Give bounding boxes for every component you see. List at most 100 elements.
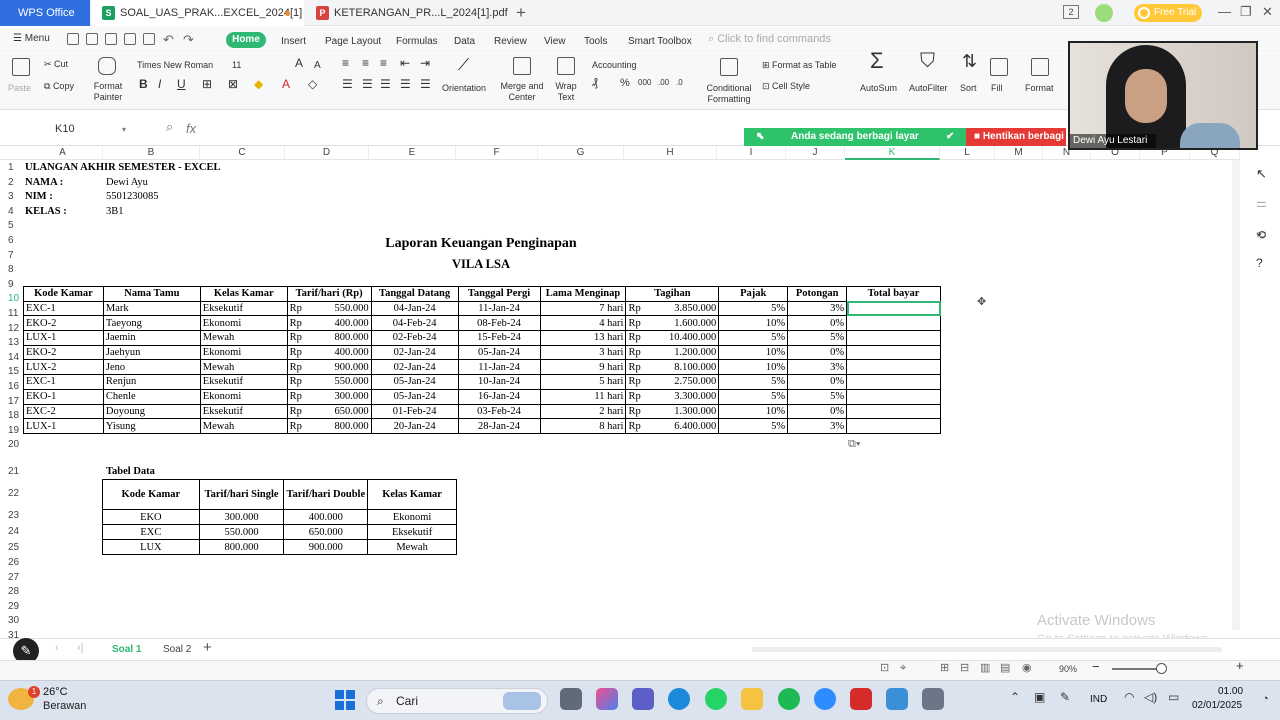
history-icon[interactable]: ⟲ [1256, 229, 1266, 241]
row-header[interactable]: 13 [0, 336, 22, 350]
header-kelas-kamar[interactable]: Kelas Kamar [199, 286, 288, 302]
row-header[interactable]: 20 [0, 438, 22, 452]
table-cell[interactable]: 04-Jan-24 [370, 300, 459, 317]
increase-decimal-icon[interactable]: .00 [658, 77, 669, 88]
table-cell[interactable] [846, 374, 941, 390]
table-cell[interactable] [846, 330, 941, 346]
weather-description[interactable]: Berawan [43, 700, 86, 712]
orientation-button[interactable]: Orientation [442, 83, 486, 94]
distributed-icon[interactable]: ☰ [420, 78, 431, 90]
table-cell[interactable]: Rp 3.850.000 [625, 300, 720, 317]
table-cell[interactable]: Ekonomi [199, 388, 288, 405]
table-cell[interactable]: Ekonomi [199, 344, 288, 361]
table-cell[interactable] [846, 403, 941, 420]
table-cell[interactable]: Rp 1.200.000 [625, 344, 720, 361]
tab-tools[interactable]: Tools [584, 36, 607, 47]
data-table-cell[interactable]: Ekonomi [367, 509, 457, 525]
column-header[interactable]: B [103, 146, 200, 160]
row-header[interactable]: 19 [0, 424, 22, 438]
header-tanggal-pergi[interactable]: Tanggal Pergi [457, 286, 541, 302]
table-cell[interactable]: Jaemin [102, 330, 201, 346]
data-header-tarif-double[interactable]: Tarif/hari Double [283, 479, 369, 510]
horizontal-scrollbar[interactable] [752, 647, 1222, 652]
tab-data[interactable]: Data [454, 36, 475, 47]
row-header[interactable]: 27 [0, 571, 22, 585]
thousands-icon[interactable]: 000 [638, 77, 651, 88]
data-table-cell[interactable]: 900.000 [283, 539, 369, 555]
header-total-bayar[interactable]: Total bayar [846, 286, 941, 302]
wrap-text-icon[interactable] [557, 57, 575, 75]
header-pajak[interactable]: Pajak [718, 286, 789, 302]
table-cell[interactable]: 16-Jan-24 [457, 388, 541, 405]
table-cell[interactable]: 5% [718, 330, 789, 346]
column-header[interactable]: D [285, 146, 369, 160]
data-table-cell[interactable]: EKO [102, 509, 200, 525]
table-cell[interactable]: Rp 2.750.000 [625, 374, 720, 390]
zoom-out-icon[interactable]: − [1092, 660, 1100, 673]
table-cell[interactable]: 0% [787, 344, 848, 361]
data-header-kelas-kamar[interactable]: Kelas Kamar [367, 479, 457, 510]
free-trial-button[interactable]: Free Trial [1134, 4, 1202, 22]
table-cell[interactable]: 05-Jan-24 [370, 388, 459, 405]
app-icon[interactable] [922, 688, 944, 710]
wps-office-tab[interactable]: WPS Office [0, 0, 90, 26]
row-header[interactable]: 4 [0, 205, 22, 219]
undo-icon[interactable]: ↶ [163, 32, 174, 48]
autofilter-icon[interactable]: ⛉ [920, 51, 935, 71]
row-header[interactable]: 25 [0, 541, 22, 555]
wifi-icon[interactable]: ◠ [1124, 691, 1134, 703]
table-cell[interactable]: 5% [787, 388, 848, 405]
header-potongan[interactable]: Potongan [787, 286, 848, 302]
column-header[interactable]: H [624, 146, 717, 160]
align-right-icon[interactable]: ☰ [380, 78, 391, 90]
fill-color-icon[interactable]: ◆ [254, 78, 263, 90]
minimize-icon[interactable]: — [1218, 4, 1231, 19]
user-avatar[interactable] [1095, 4, 1113, 22]
table-cell[interactable]: 5% [718, 418, 789, 434]
table-cell[interactable]: 02-Feb-24 [370, 330, 459, 346]
snipping-tool-icon[interactable] [886, 688, 908, 710]
table-cell[interactable]: Eksekutif [199, 403, 288, 420]
crosshair-icon[interactable]: ⌖ [900, 663, 906, 674]
column-header[interactable]: L [940, 146, 995, 160]
column-header[interactable]: E [369, 146, 456, 160]
table-cell[interactable]: Rp 10.400.000 [625, 330, 720, 346]
decrease-decimal-icon[interactable]: .0 [676, 77, 683, 88]
tab-smart-toolbox[interactable]: Smart Toolbox [628, 36, 692, 47]
last-sheet-icon[interactable]: ›| [77, 643, 84, 654]
table-cell[interactable]: 3% [787, 300, 848, 317]
column-header[interactable]: F [456, 146, 538, 160]
row-header[interactable]: 15 [0, 365, 22, 379]
open-icon[interactable] [67, 33, 79, 45]
table-cell[interactable]: 9 hari [539, 359, 627, 376]
bold-icon[interactable]: B [139, 78, 148, 90]
eye-protection-icon[interactable]: ◉ [1022, 663, 1032, 674]
row-header[interactable]: 7 [0, 249, 22, 263]
format-painter-icon[interactable] [98, 57, 116, 75]
row-header[interactable]: 1 [0, 161, 22, 175]
zoom-app-icon[interactable] [814, 688, 836, 710]
row-header[interactable]: 14 [0, 351, 22, 365]
border-style-icon[interactable]: ⊠ [228, 78, 238, 90]
table-cell[interactable]: EXC-1 [23, 374, 104, 390]
table-cell[interactable] [846, 388, 941, 405]
orientation-icon[interactable]: ⟋ [458, 57, 476, 75]
table-cell[interactable]: Eksekutif [199, 374, 288, 390]
merge-center-button[interactable]: Merge and Center [498, 81, 546, 103]
print-preview-icon[interactable] [143, 33, 155, 45]
table-cell[interactable] [846, 315, 941, 332]
column-header[interactable]: I [717, 146, 786, 160]
volume-icon[interactable]: ◁) [1144, 691, 1157, 703]
format-as-table-button[interactable]: ⊞ Format as Table [762, 60, 836, 71]
table-cell[interactable]: 4 hari [539, 315, 627, 332]
format-button[interactable]: Format [1025, 83, 1054, 94]
table-cell[interactable]: LUX-2 [23, 359, 104, 376]
row-header[interactable]: 30 [0, 614, 22, 628]
percent-icon[interactable]: % [620, 78, 630, 89]
font-name-select[interactable]: Times New Roman [137, 60, 213, 70]
autosum-button[interactable]: AutoSum [860, 83, 897, 94]
tab-page-layout[interactable]: Page Layout [325, 36, 381, 47]
clock-date[interactable]: 02/01/2025 [1192, 700, 1242, 711]
header-lama-menginap[interactable]: Lama Menginap [539, 286, 627, 302]
font-size-select[interactable]: 11 [232, 60, 241, 70]
